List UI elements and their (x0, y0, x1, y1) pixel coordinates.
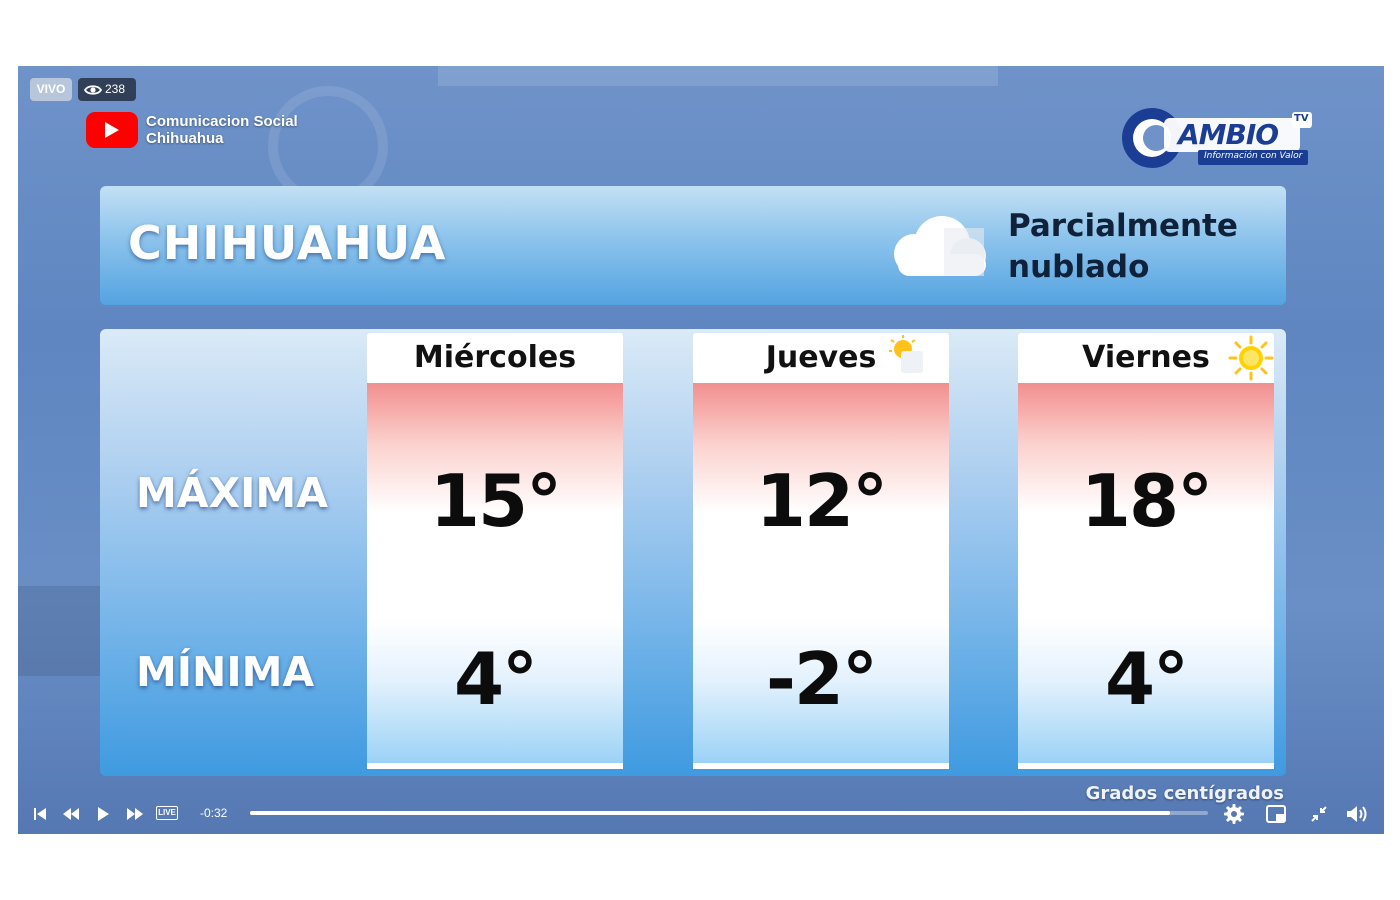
row-label-min: MÍNIMA (136, 648, 315, 696)
settings-gear-icon[interactable] (1224, 804, 1244, 824)
viewer-count-badge: 238 (78, 78, 136, 101)
play-icon[interactable] (96, 804, 110, 824)
player-controls: LIVE -0:32 (18, 794, 1384, 834)
volume-icon[interactable] (1346, 804, 1368, 824)
condition-line2: nublado (1008, 249, 1150, 285)
day-column-miercoles: Miércoles 15° 4° (367, 333, 623, 769)
cloud-icon (894, 216, 986, 276)
sun-cloud-icon (889, 335, 923, 373)
live-button[interactable]: LIVE (156, 806, 178, 820)
day-temperatures: 18° 4° (1018, 383, 1274, 769)
channel-info[interactable]: Comunicacion Social Chihuahua (86, 112, 298, 148)
weather-condition: Parcialmente nublado (1008, 206, 1238, 288)
sun-icon (1228, 335, 1274, 381)
day-name: Miércoles (367, 333, 623, 383)
cambio-tv-logo: AMBIO TV Información con Valor (1118, 104, 1318, 174)
background-decoration (438, 66, 998, 86)
skip-to-start-icon[interactable] (32, 804, 48, 824)
city-name: CHIHUAHUA (128, 216, 447, 270)
live-badge: VIVO (30, 78, 72, 101)
viewer-count: 238 (105, 82, 126, 96)
brand-tagline: Información con Valor (1204, 151, 1303, 161)
condition-line1: Parcialmente (1008, 208, 1238, 244)
fast-forward-icon[interactable] (126, 804, 144, 824)
max-temperature: 12° (755, 459, 888, 543)
exit-fullscreen-icon[interactable] (1310, 804, 1328, 824)
picture-in-picture-icon[interactable] (1266, 804, 1286, 824)
day-column-viernes: Viernes 18° 4° (1018, 333, 1274, 769)
city-banner: CHIHUAHUA Parcialmente nublado (100, 186, 1286, 305)
day-temperatures: 12° -2° (693, 383, 949, 769)
min-temperature: 4° (1104, 637, 1189, 721)
channel-name[interactable]: Comunicacion Social Chihuahua (146, 113, 298, 147)
forecast-table: MÁXIMA MÍNIMA Miércoles 15° 4° Jueves 12… (100, 329, 1286, 776)
min-temperature: 4° (453, 637, 538, 721)
brand-name: AMBIO (1178, 118, 1279, 151)
youtube-play-icon[interactable] (86, 112, 138, 148)
max-temperature: 15° (429, 459, 562, 543)
video-player[interactable]: VIVO 238 Comunicacion Social Chihuahua A… (18, 66, 1384, 834)
row-label-max: MÁXIMA (136, 469, 328, 517)
rewind-icon[interactable] (62, 804, 80, 824)
day-temperatures: 15° 4° (367, 383, 623, 769)
progress-fill (250, 811, 1170, 815)
time-remaining: -0:32 (200, 806, 228, 820)
day-column-jueves: Jueves 12° -2° (693, 333, 949, 769)
day-name-text: Viernes (1082, 340, 1210, 375)
min-temperature: -2° (766, 637, 878, 721)
channel-name-line1: Comunicacion Social (146, 113, 298, 130)
channel-name-line2: Chihuahua (146, 130, 224, 147)
day-name-text: Jueves (765, 340, 877, 375)
eye-icon (83, 85, 103, 95)
progress-bar[interactable] (250, 811, 1208, 815)
max-temperature: 18° (1080, 459, 1213, 543)
brand-suffix: TV (1294, 113, 1309, 124)
